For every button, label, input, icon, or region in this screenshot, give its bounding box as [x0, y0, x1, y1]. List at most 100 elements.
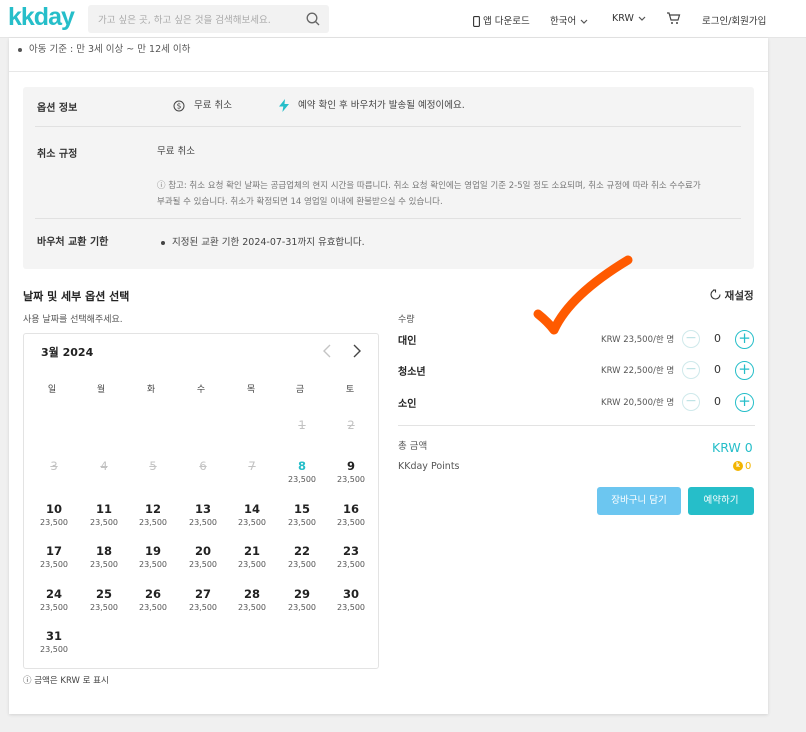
- weekday-label: 목: [246, 385, 256, 395]
- cancel-policy-label: 취소 규정: [37, 149, 78, 160]
- reset-icon: [710, 289, 721, 300]
- plus-button[interactable]: +: [735, 330, 754, 349]
- day-number: 11: [95, 502, 112, 516]
- day-price: 23,500: [288, 518, 316, 527]
- day-number: 20: [194, 544, 211, 558]
- date-options-title: 날짜 및 세부 옵션 선택: [23, 290, 130, 303]
- voucher-deadline-text: 지정된 교환 기한 2024-07-31까지 유효합니다.: [172, 237, 365, 248]
- calendar-day[interactable]: 10 23,500: [32, 502, 76, 527]
- currency-select[interactable]: KRW: [612, 13, 647, 24]
- add-to-cart-button[interactable]: 장바구니 담기: [597, 487, 681, 515]
- calendar-day[interactable]: 29 23,500: [280, 587, 324, 612]
- cart-icon: [667, 12, 681, 24]
- login-link[interactable]: 로그인/회원가입: [702, 13, 766, 27]
- day-number: 15: [293, 502, 310, 516]
- calendar-day[interactable]: 19 23,500: [131, 544, 175, 569]
- search-input[interactable]: 가고 싶은 곳, 하고 싶은 것을 검색해보세요.: [98, 12, 271, 26]
- language-label: 한국어: [550, 16, 577, 27]
- app-download-link[interactable]: 앱 다운로드: [473, 13, 530, 27]
- ticket-price: KRW 22,500/한 명: [601, 366, 675, 376]
- weekday-label: 금: [295, 385, 305, 395]
- dollar-circle-icon: $: [173, 100, 185, 111]
- option-value: 무료 취소: [194, 100, 233, 111]
- child-age-note: 아동 기준 : 만 3세 이상 ~ 만 12세 이하: [18, 41, 190, 55]
- minus-button[interactable]: −: [682, 361, 700, 379]
- calendar-day[interactable]: 8 23,500: [280, 459, 324, 484]
- phone-icon: [473, 16, 480, 27]
- calendar-day[interactable]: 11 23,500: [82, 502, 126, 527]
- cart-button[interactable]: [666, 11, 681, 25]
- calendar-day[interactable]: 13 23,500: [181, 502, 225, 527]
- calendar-day[interactable]: 30 23,500: [329, 587, 373, 612]
- day-number: 1: [298, 418, 306, 432]
- day-price: 23,500: [288, 475, 316, 484]
- day-price: 23,500: [40, 518, 68, 527]
- coin-icon: k: [733, 461, 743, 471]
- ticket-name: 대인: [398, 336, 417, 347]
- day-number: 30: [342, 587, 359, 601]
- minus-button[interactable]: −: [682, 393, 700, 411]
- plus-button[interactable]: +: [735, 393, 754, 412]
- date-select-hint: 사용 날짜를 선택해주세요.: [23, 315, 123, 325]
- calendar-day[interactable]: 12 23,500: [131, 502, 175, 527]
- weekday-label: 화: [146, 385, 156, 395]
- day-price: 23,500: [337, 603, 365, 612]
- calendar-day[interactable]: 31 23,500: [32, 629, 76, 654]
- calendar-day[interactable]: 21 23,500: [230, 544, 274, 569]
- lightning-icon: [279, 99, 289, 112]
- bullet-dot: [161, 240, 165, 245]
- calendar-day[interactable]: 24 23,500: [32, 587, 76, 612]
- calendar-day[interactable]: 15 23,500: [280, 502, 324, 527]
- chevron-left-icon[interactable]: [321, 343, 333, 359]
- calendar-day[interactable]: 17 23,500: [32, 544, 76, 569]
- calendar-day[interactable]: 25 23,500: [82, 587, 126, 612]
- chevron-right-icon[interactable]: [351, 343, 363, 359]
- app-download-label: 앱 다운로드: [483, 16, 530, 27]
- calendar-day[interactable]: 9 23,500: [329, 459, 373, 484]
- divider: [398, 425, 755, 426]
- option-info-label: 옵션 정보: [37, 103, 78, 114]
- calendar-day[interactable]: 27 23,500: [181, 587, 225, 612]
- calendar: 3월 2024 일 월 화 수 목 금 토 1 2 3 4 5 6 7 8 23,500 9 23,500 10 23…: [23, 333, 379, 669]
- calendar-day[interactable]: 20 23,500: [181, 544, 225, 569]
- search-bar[interactable]: 가고 싶은 곳, 하고 싶은 것을 검색해보세요.: [88, 5, 329, 33]
- top-header: kkday 가고 싶은 곳, 하고 싶은 것을 검색해보세요. 앱 다운로드 한…: [0, 0, 806, 38]
- quantity-row-child: 소인 KRW 20,500/한 명 − 0 +: [398, 392, 755, 412]
- calendar-day[interactable]: 28 23,500: [230, 587, 274, 612]
- day-number: 14: [243, 502, 260, 516]
- ticket-count: 0: [714, 363, 721, 376]
- weekday-label: 일: [47, 385, 57, 395]
- free-cancel-badge: $ 무료 취소: [173, 97, 232, 112]
- calendar-day[interactable]: 23 23,500: [329, 544, 373, 569]
- day-number: 26: [144, 587, 161, 601]
- day-price: 23,500: [40, 603, 68, 612]
- calendar-day[interactable]: 26 23,500: [131, 587, 175, 612]
- weekday-label: 토: [345, 385, 355, 395]
- calendar-day[interactable]: 22 23,500: [280, 544, 324, 569]
- day-price: 23,500: [337, 475, 365, 484]
- minus-button[interactable]: −: [682, 330, 700, 348]
- option-info-panel: 옵션 정보 $ 무료 취소 예약 확인 후 바우처가 발송될 예정이에요. 취소…: [23, 87, 754, 269]
- calendar-day: 2: [329, 418, 373, 432]
- plus-button[interactable]: +: [735, 361, 754, 380]
- day-number: 29: [293, 587, 310, 601]
- kkday-logo[interactable]: kkday: [8, 3, 75, 32]
- search-icon[interactable]: [305, 11, 321, 27]
- day-number: 9: [346, 459, 355, 473]
- book-now-button[interactable]: 예약하기: [688, 487, 754, 515]
- day-number: 7: [248, 459, 256, 473]
- day-number: 27: [194, 587, 211, 601]
- cancel-note: ⓘ 참고: 취소 요청 확인 날짜는 공급업체의 현지 시간을 따릅니다. 취소…: [157, 178, 747, 210]
- calendar-day[interactable]: 16 23,500: [329, 502, 373, 527]
- calendar-day[interactable]: 18 23,500: [82, 544, 126, 569]
- calendar-day[interactable]: 14 23,500: [230, 502, 274, 527]
- day-price: 23,500: [40, 560, 68, 569]
- day-price: 23,500: [238, 560, 266, 569]
- day-price: 23,500: [288, 603, 316, 612]
- language-select[interactable]: 한국어: [550, 13, 589, 27]
- day-number: 4: [100, 459, 108, 473]
- day-price: 23,500: [337, 518, 365, 527]
- day-number: 5: [149, 459, 157, 473]
- day-number: 6: [199, 459, 207, 473]
- reset-button[interactable]: 재설정: [710, 288, 754, 303]
